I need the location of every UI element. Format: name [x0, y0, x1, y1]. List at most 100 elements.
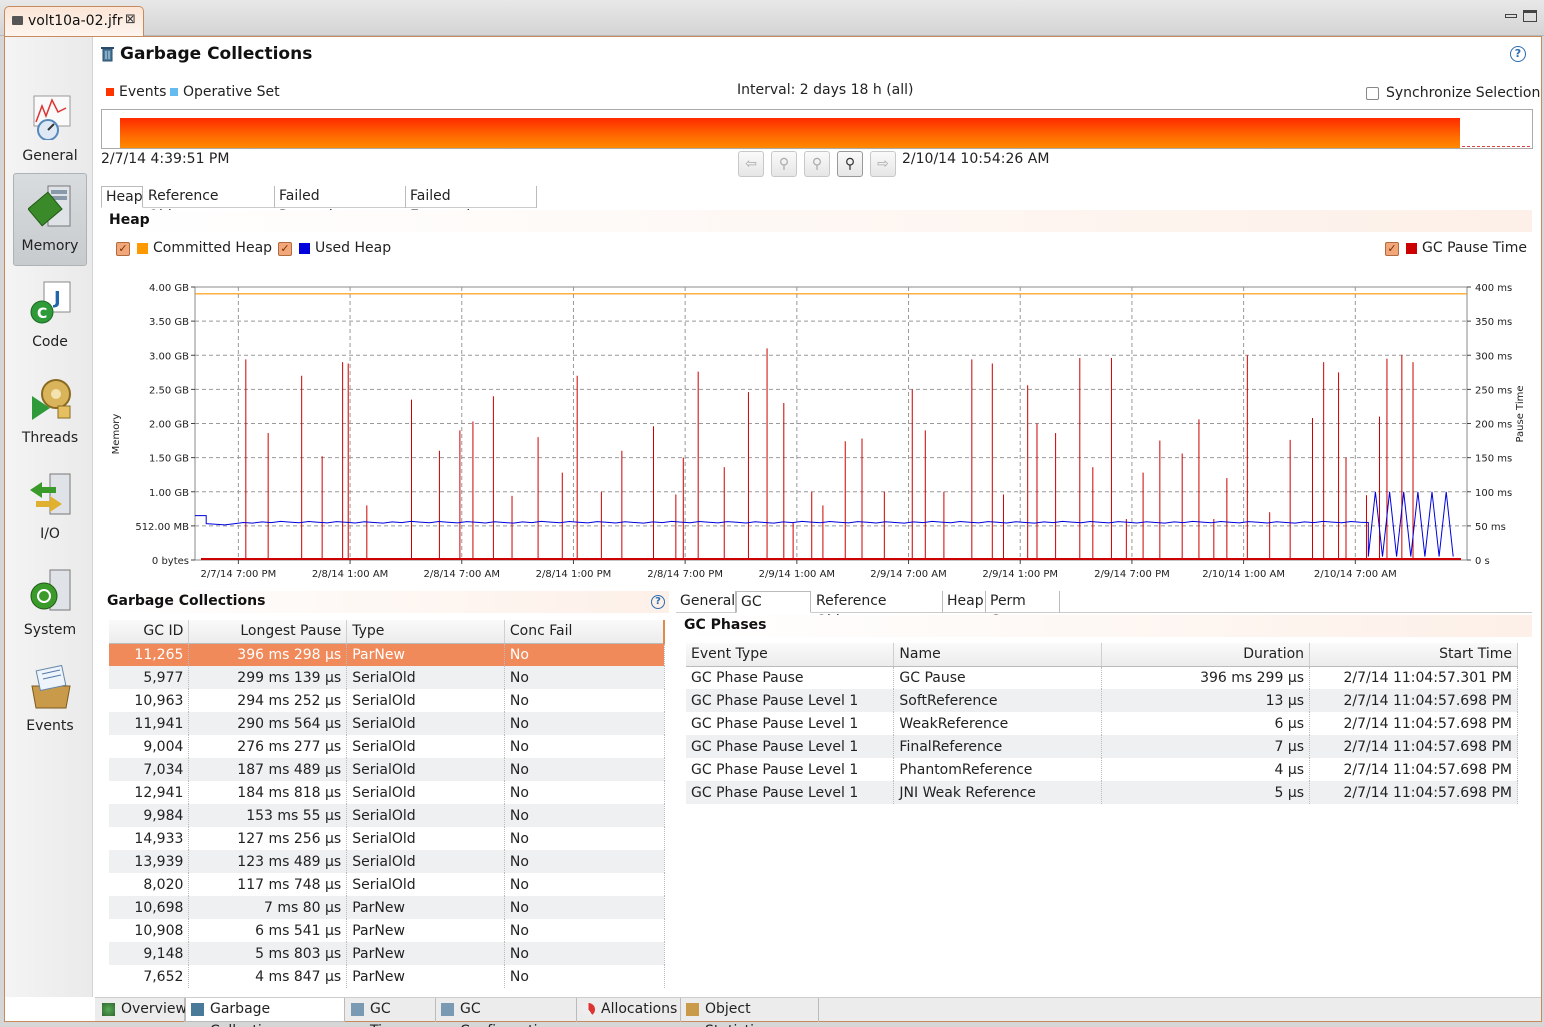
close-tab-icon[interactable]: ⊠: [125, 12, 136, 27]
tab-perm-gen[interactable]: Perm Gen: [986, 591, 1060, 629]
gc-table-row[interactable]: 9,004 276 ms 277 μs SerialOld No: [109, 735, 665, 758]
gc-table-row[interactable]: 10,908 6 ms 541 μs ParNew No: [109, 919, 665, 942]
y-axis-pause-time: 400 ms 350 ms 300 ms 250 ms 200 ms 150 ms 100 …: [1467, 283, 1512, 567]
nav-threads[interactable]: Threads: [13, 365, 87, 457]
nav-memory[interactable]: Memory: [13, 173, 87, 266]
gc-table-row[interactable]: 8,020 117 ms 748 μs SerialOld No: [109, 873, 665, 896]
page-title: Garbage Collections: [120, 44, 313, 64]
nav-code[interactable]: J C Code: [13, 269, 87, 361]
longest-pause-cell: 299 ms 139 μs: [188, 666, 348, 689]
nav-io[interactable]: I/O: [13, 461, 87, 553]
gc-pause-time-swatch: [1406, 243, 1417, 254]
tab-gc-phases[interactable]: GC Phases: [736, 591, 811, 630]
scroll-left-button[interactable]: ⇦: [738, 151, 764, 177]
longest-pause-cell: 5 ms 803 μs: [188, 942, 348, 965]
tab-garbage-collections[interactable]: Garbage Collections: [185, 998, 345, 1027]
type-cell: ParNew: [346, 919, 505, 942]
phases-bar: [678, 615, 1532, 637]
col-conc-fail[interactable]: Conc Fail: [504, 620, 665, 644]
x-tick-label: 2/8/14 7:00 PM: [647, 569, 723, 580]
tab-gc-times[interactable]: GC Times: [346, 998, 436, 1027]
tab-failed-evacuations[interactable]: Failed Evacuations: [406, 186, 537, 224]
type-cell: SerialOld: [346, 689, 505, 712]
col-duration[interactable]: Duration: [1101, 643, 1311, 667]
gc-table-row[interactable]: 14,933 127 ms 256 μs SerialOld No: [109, 827, 665, 850]
y-tick-label: 3.50 GB: [149, 317, 189, 328]
phase-row[interactable]: GC Phase Pause Level 1 FinalReference 7 μs…: [686, 735, 1518, 758]
event-type-cell: GC Phase Pause Level 1: [686, 689, 895, 712]
col-type[interactable]: Type: [346, 620, 505, 644]
tab-reference-objects[interactable]: Reference Objects: [144, 186, 275, 224]
tab-gc-configuration[interactable]: GC Configuration: [436, 998, 577, 1027]
gc-table-row[interactable]: 11,941 290 ms 564 μs SerialOld No: [109, 712, 665, 735]
gc-id-cell: 7,652: [109, 965, 190, 988]
x-tick-label: 2/9/14 7:00 PM: [1094, 569, 1170, 580]
gc-pause-time-checkbox[interactable]: ✓: [1385, 242, 1399, 256]
gc-id-cell: 8,020: [109, 873, 190, 896]
duration-cell: 6 μs: [1101, 712, 1311, 735]
gc-table-row[interactable]: 10,963 294 ms 252 μs SerialOld No: [109, 689, 665, 712]
gc-phases-table[interactable]: Event Type Name Duration Start Time GC P…: [686, 643, 1518, 804]
y-tick-label: 3.00 GB: [149, 351, 189, 362]
tab-overview[interactable]: Overview: [97, 998, 187, 1022]
nav-events[interactable]: Events: [13, 653, 87, 745]
zoom-out-full-button[interactable]: ⚲: [804, 151, 830, 177]
col-longest-pause[interactable]: Longest Pause: [188, 620, 348, 644]
tab-object-statistics[interactable]: Object Statistics: [681, 998, 819, 1027]
conc-fail-cell: No: [504, 827, 665, 850]
maximize-icon[interactable]: [1523, 10, 1537, 22]
phase-row[interactable]: GC Phase Pause Level 1 SoftReference 13 μs…: [686, 689, 1518, 712]
time-range-overview[interactable]: [101, 109, 1533, 149]
col-name[interactable]: Name: [893, 643, 1103, 667]
phase-row[interactable]: GC Phase Pause Level 1 PhantomReference 4 …: [686, 758, 1518, 781]
minimize-icon[interactable]: [1505, 14, 1517, 18]
gc-table-row[interactable]: 11,265 396 ms 298 μs ParNew No: [109, 643, 665, 666]
x-tick-label: 2/8/14 1:00 AM: [312, 569, 388, 580]
gc-table-row[interactable]: 10,698 7 ms 80 μs ParNew No: [109, 896, 665, 919]
gc-id-cell: 9,148: [109, 942, 190, 965]
gc-table-row[interactable]: 7,034 187 ms 489 μs SerialOld No: [109, 758, 665, 781]
y2-axis-label: Pause Time: [1515, 385, 1526, 442]
used-heap-checkbox[interactable]: ✓: [278, 242, 292, 256]
col-gc-id[interactable]: GC ID: [109, 620, 190, 644]
editor-tab[interactable]: volt10a-02.jfr ⊠: [4, 6, 144, 36]
committed-heap-checkbox[interactable]: ✓: [116, 242, 130, 256]
col-event-type[interactable]: Event Type: [686, 643, 895, 667]
heap-chart[interactable]: 4.00 GB 3.50 GB 3.00 GB 2.50 GB 2.00 GB 1.50 …: [105, 266, 1535, 586]
nav-system[interactable]: System: [13, 557, 87, 649]
phase-row[interactable]: GC Phase Pause GC Pause 396 ms 299 μs 2/7/1…: [686, 666, 1518, 689]
tab-heap[interactable]: Heap: [101, 186, 143, 208]
nav-general[interactable]: General: [13, 83, 87, 175]
help-icon[interactable]: ?: [1510, 46, 1526, 62]
y2-tick-label: 150 ms: [1475, 454, 1512, 465]
zoom-in-button[interactable]: ⚲: [837, 151, 863, 177]
scroll-right-button[interactable]: ⇨: [870, 151, 896, 177]
gc-table-row[interactable]: 5,977 299 ms 139 μs SerialOld No: [109, 666, 665, 689]
tab-allocations[interactable]: Allocations: [577, 998, 681, 1022]
gc-table-row[interactable]: 12,941 184 ms 818 μs SerialOld No: [109, 781, 665, 804]
phase-name-cell: JNI Weak Reference: [893, 781, 1103, 804]
tab-detail-reference-objects[interactable]: Reference Objects: [812, 591, 943, 629]
gc-table-row[interactable]: 7,652 4 ms 847 μs ParNew No: [109, 965, 665, 988]
col-start-time[interactable]: Start Time: [1309, 643, 1518, 667]
zoom-out-button[interactable]: ⚲: [771, 151, 797, 177]
gc-table-row[interactable]: 13,939 123 ms 489 μs SerialOld No: [109, 850, 665, 873]
gc-help-icon[interactable]: ?: [651, 595, 665, 609]
conc-fail-cell: No: [504, 896, 665, 919]
phase-row[interactable]: GC Phase Pause Level 1 JNI Weak Reference…: [686, 781, 1518, 804]
y2-tick-label: 300 ms: [1475, 351, 1512, 362]
gc-table-row[interactable]: 9,984 153 ms 55 μs SerialOld No: [109, 804, 665, 827]
synchronize-selection-label[interactable]: Synchronize Selection: [1386, 85, 1540, 101]
phase-row[interactable]: GC Phase Pause Level 1 WeakReference 6 μs 2…: [686, 712, 1518, 735]
tab-general[interactable]: General: [676, 591, 736, 613]
x-tick-label: 2/9/14 1:00 PM: [982, 569, 1058, 580]
conc-fail-cell: No: [504, 758, 665, 781]
heap-tabs: Heap Reference Objects Failed Promotions…: [101, 186, 537, 224]
type-cell: SerialOld: [346, 781, 505, 804]
tab-detail-heap[interactable]: Heap: [943, 591, 986, 613]
tab-failed-promotions[interactable]: Failed Promotions: [275, 186, 406, 224]
gc-table[interactable]: GC ID Longest Pause Type Conc Fail 11,26…: [109, 620, 665, 988]
synchronize-selection-checkbox[interactable]: [1366, 87, 1379, 100]
nav-label-general: General: [22, 148, 78, 164]
gc-table-row[interactable]: 9,148 5 ms 803 μs ParNew No: [109, 942, 665, 965]
